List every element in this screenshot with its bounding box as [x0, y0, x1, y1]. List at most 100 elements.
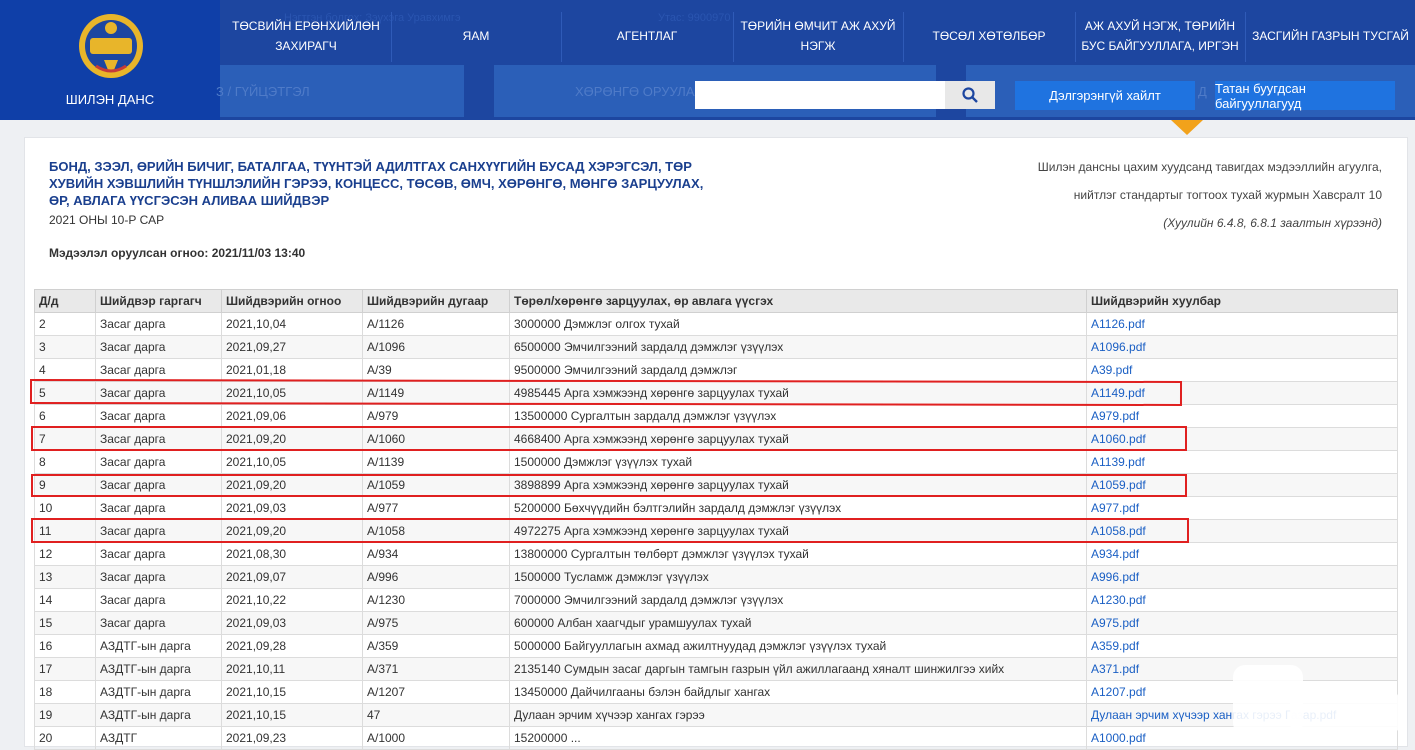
table-cell: А/996: [362, 565, 510, 589]
pdf-link[interactable]: A975.pdf: [1086, 611, 1398, 635]
nav-item-state-owned[interactable]: ТӨРИЙН ӨМЧИТ АЖ АХУЙ НЭГЖ: [734, 8, 902, 64]
watermark-overlay: [1290, 690, 1400, 735]
entry-date: Мэдээлэл оруулсан огноо: 2021/11/03 13:4…: [49, 246, 306, 260]
table-cell: 2021,10,04: [221, 312, 363, 336]
table-row: 17 АЗДТГ-ын дарга 2021,10,11 А/371 2135140 С…: [34, 657, 1398, 681]
table-cell: 2021,01,18: [221, 358, 363, 382]
table-cell: 2021,08,30: [221, 542, 363, 566]
table-cell: 19: [34, 703, 96, 727]
nav-label-line2: ЗАХИРАГЧ: [275, 39, 337, 53]
table-cell: Засаг дарга: [95, 565, 222, 589]
table-cell: Засаг дарга: [95, 335, 222, 359]
table-cell: 5200000 Бөхчүүдийн бэлтгэлийн зардалд дэ…: [509, 496, 1087, 520]
pdf-link[interactable]: A934.pdf: [1086, 542, 1398, 566]
table-cell: 10: [34, 496, 96, 520]
table-cell: 2021,09,06: [221, 404, 363, 428]
nav-label-line1: ТӨРИЙН ӨМЧИТ АЖ АХУЙ: [740, 19, 896, 33]
search-input[interactable]: [695, 81, 945, 109]
pdf-link[interactable]: A979.pdf: [1086, 404, 1398, 428]
table-row: 20 АЗДТГ 2021,09,23 А/1000 15200000 ... A1000…: [34, 726, 1398, 750]
nav-item-ministries[interactable]: ЯАМ: [392, 8, 560, 64]
pdf-link[interactable]: A359.pdf: [1086, 634, 1398, 658]
table-cell: 8: [34, 450, 96, 474]
table-header-row: Д/д Шийдвэр гаргагч Шийдвэрийн огноо Ший…: [34, 289, 1398, 313]
table-row: 13 Засаг дарга 2021,09,07 А/996 1500000 Тусл…: [34, 565, 1398, 589]
table-cell: Засаг дарга: [95, 450, 222, 474]
nav-item-government-special[interactable]: ЗАСГИЙН ГАЗРЫН ТУСГАЙ: [1246, 8, 1415, 64]
search-icon: [962, 87, 978, 103]
table-row: 18 АЗДТГ-ын дарга 2021,10,15 А/1207 13450000…: [34, 680, 1398, 704]
table-cell: АЗДТГ: [95, 726, 222, 750]
col-header: Д/д: [34, 289, 96, 313]
pdf-link[interactable]: A1096.pdf: [1086, 335, 1398, 359]
table-row: 3 Засаг дарга 2021,09,27 А/1096 6500000 Эмчи…: [34, 335, 1398, 359]
table-cell: 1500000 Тусламж дэмжлэг үзүүлэх: [509, 565, 1087, 589]
note-line: нийтлэг стандартыг тогтоох тухай журмын …: [1073, 188, 1382, 202]
pdf-link[interactable]: A1139.pdf: [1086, 450, 1398, 474]
table-cell: 9500000 Эмчилгээний зардалд дэмжлэг: [509, 358, 1087, 382]
table-cell: АЗДТГ-ын дарга: [95, 703, 222, 727]
table-cell: Засаг дарга: [95, 542, 222, 566]
highlight-box-row-7: [31, 426, 1187, 451]
table-cell: 13800000 Сургалтын төлбөрт дэмжлэг үзүүл…: [509, 542, 1087, 566]
highlight-box-row-5: [29, 378, 1183, 407]
table-cell: 600000 Албан хаагчдыг урамшуулах тухай: [509, 611, 1087, 635]
pdf-link[interactable]: A996.pdf: [1086, 565, 1398, 589]
nav-item-businesses[interactable]: АЖ АХУЙ НЭГЖ, ТӨРИЙН БУС БАЙГУУЛЛАГА, ИРГ…: [1076, 8, 1244, 64]
table-cell: АЗДТГ-ын дарга: [95, 634, 222, 658]
page-title: БОНД, ЗЭЭЛ, ӨРИЙН БИЧИГ, БАТАЛГАА, ТҮҮНТ…: [49, 159, 704, 208]
table-cell: 47: [362, 703, 510, 727]
pdf-link[interactable]: A977.pdf: [1086, 496, 1398, 520]
subnav-right-label: Д: [1198, 84, 1207, 99]
table-cell: 7000000 Эмчилгээний зардалд дэмжлэг үзүү…: [509, 588, 1087, 612]
table-row: 4 Засаг дарга 2021,01,18 А/39 9500000 Эмчилг…: [34, 358, 1398, 382]
table-cell: Засаг дарга: [95, 496, 222, 520]
active-caret-icon: [1171, 120, 1203, 135]
table-cell: 3000000 Дэмжлэг олгох тухай: [509, 312, 1087, 336]
site-logo[interactable]: ШИЛЭН ДАНС: [0, 0, 220, 120]
table-cell: А/977: [362, 496, 510, 520]
main-nav: ТӨСВИЙН ЕРӨНХИЙЛӨН ЗАХИРАГЧ ЯАМ АГЕНТЛАГ …: [220, 8, 1415, 64]
nav-label: ТӨСӨЛ ХӨТӨЛБӨР: [932, 29, 1046, 43]
table-cell: 2021,10,22: [221, 588, 363, 612]
table-cell: 2021,09,27: [221, 335, 363, 359]
nav-label: ЗАСГИЙН ГАЗРЫН ТУСГАЙ: [1252, 29, 1409, 43]
table-cell: 13500000 Сургалтын зардалд дэмжлэг үзүүл…: [509, 404, 1087, 428]
table-cell: 2021,10,05: [221, 450, 363, 474]
nav-item-projects[interactable]: ТӨСӨЛ ХӨТӨЛБӨР: [904, 8, 1074, 64]
subnav-investment-label: ХӨРӨНГӨ ОРУУЛАЛТ: [575, 84, 712, 99]
col-header: Шийдвэр гаргагч: [95, 289, 222, 313]
table-row: 16 АЗДТГ-ын дарга 2021,09,28 А/359 5000000 Б…: [34, 634, 1398, 658]
col-header: Шийдвэрийн хуулбар: [1086, 289, 1398, 313]
table-row: 6 Засаг дарга 2021,09,06 А/979 13500000 Сург…: [34, 404, 1398, 428]
table-cell: 15: [34, 611, 96, 635]
nav-item-agencies[interactable]: АГЕНТЛАГ: [562, 8, 732, 64]
table-cell: А/1230: [362, 588, 510, 612]
subnav-performance-label: З / ГҮЙЦЭТГЭЛ: [216, 84, 310, 99]
table-cell: 2021,10,15: [221, 680, 363, 704]
nav-label: АГЕНТЛАГ: [616, 29, 678, 43]
pdf-link[interactable]: A1126.pdf: [1086, 312, 1398, 336]
table-cell: А/39: [362, 358, 510, 382]
nav-label-line2: НЭГЖ: [800, 39, 836, 53]
advanced-search-button[interactable]: Дэлгэрэнгүй хайлт: [1015, 81, 1195, 110]
table-cell: Дулаан эрчим хүчээр хангах гэрээ: [509, 703, 1087, 727]
table-cell: Засаг дарга: [95, 404, 222, 428]
table-cell: 13450000 Дайчилгааны бэлэн байдлыг ханга…: [509, 680, 1087, 704]
note-line: Шилэн дансны цахим хуудсанд тавигдах мэд…: [1037, 160, 1382, 174]
nav-item-budget-managers[interactable]: ТӨСВИЙН ЕРӨНХИЙЛӨН ЗАХИРАГЧ: [220, 8, 392, 64]
table-cell: А/1000: [362, 726, 510, 750]
table-cell: АЗДТГ-ын дарга: [95, 657, 222, 681]
table-cell: 5000000 Байгууллагын ахмад ажилтнуудад д…: [509, 634, 1087, 658]
pdf-link[interactable]: A1230.pdf: [1086, 588, 1398, 612]
dissolved-organizations-button[interactable]: Татан буугдсан байгууллагууд: [1215, 81, 1395, 111]
table-cell: 3: [34, 335, 96, 359]
table-cell: 2021,09,23: [221, 726, 363, 750]
search-button[interactable]: [945, 81, 995, 109]
table-row: 12 Засаг дарга 2021,08,30 А/934 13800000 Сур…: [34, 542, 1398, 566]
pdf-link[interactable]: A39.pdf: [1086, 358, 1398, 382]
table-cell: 12: [34, 542, 96, 566]
table-cell: А/1096: [362, 335, 510, 359]
nav-label-line1: ТӨСВИЙН ЕРӨНХИЙЛӨН: [232, 19, 380, 33]
table-cell: 6500000 Эмчилгээний зардалд дэмжлэг үзүү…: [509, 335, 1087, 359]
